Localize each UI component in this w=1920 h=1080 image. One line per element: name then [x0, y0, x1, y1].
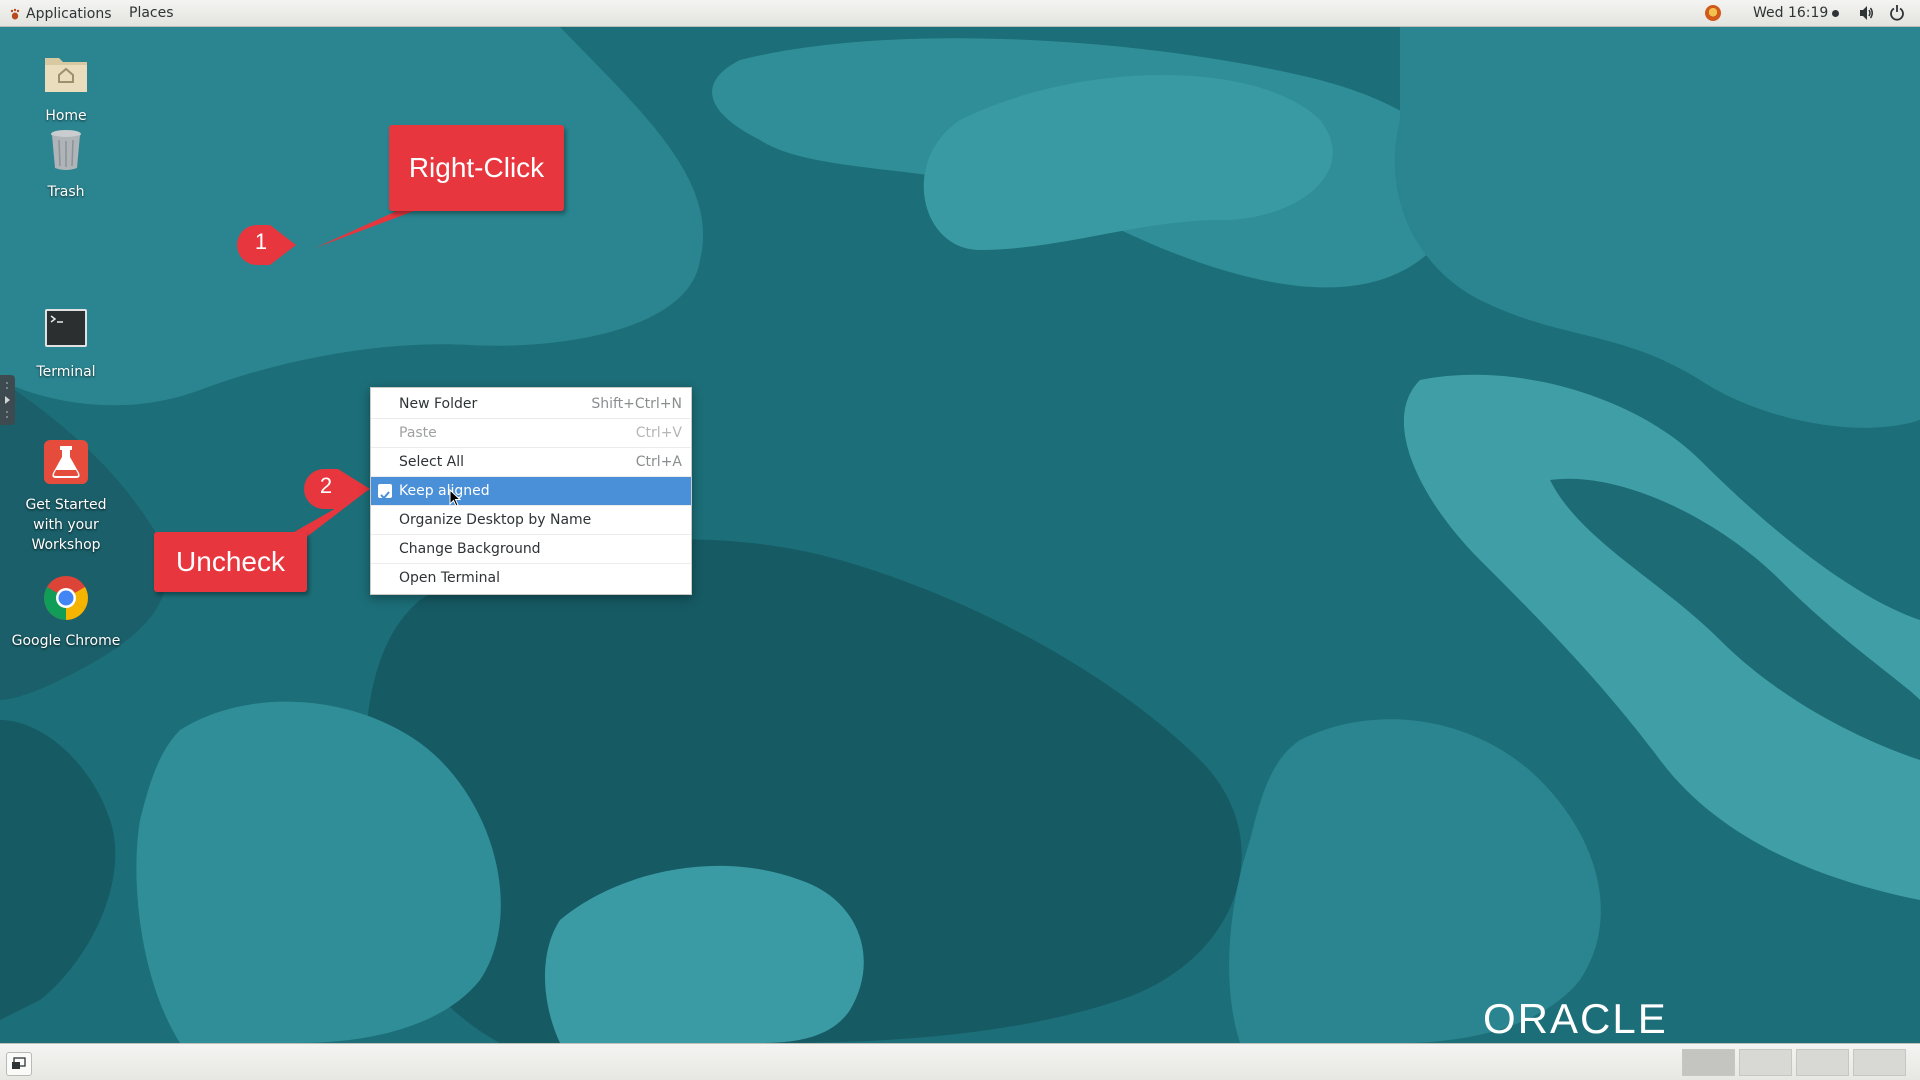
callout-right-click: Right-Click	[389, 125, 564, 211]
chrome-icon	[44, 576, 88, 620]
volume-icon[interactable]	[1858, 0, 1874, 27]
notification-dot-icon	[1832, 9, 1840, 17]
menu-item-change-background[interactable]: Change Background	[371, 535, 691, 564]
top-panel: Applications Places Wed 16:19	[0, 0, 1920, 27]
menu-item-keep-aligned[interactable]: Keep aligned	[371, 477, 691, 507]
workspace-4[interactable]	[1853, 1049, 1906, 1076]
bottom-panel	[0, 1043, 1920, 1080]
show-desktop-icon	[12, 1057, 26, 1069]
menu-item-shortcut: Shift+Ctrl+N	[591, 396, 682, 412]
trash-icon	[51, 130, 81, 170]
menu-item-label: New Folder	[399, 396, 478, 412]
menu-item-select-all[interactable]: Select All Ctrl+A	[371, 448, 691, 477]
home-folder-icon	[45, 58, 87, 92]
desktop-icon-label: Google Chrome	[11, 633, 121, 649]
applications-label: Applications	[26, 5, 112, 22]
callout-uncheck-label: Uncheck	[176, 546, 285, 577]
desktop-icon-label: Terminal	[36, 364, 96, 380]
step-1-number: 1	[254, 229, 268, 254]
places-menu[interactable]: Places	[129, 0, 174, 27]
menu-item-open-terminal[interactable]: Open Terminal	[371, 564, 691, 592]
menu-item-label: Paste	[399, 425, 437, 441]
clock[interactable]: Wed 16:19	[1753, 0, 1840, 27]
user-status-icon[interactable]	[1705, 5, 1721, 21]
workspace-2[interactable]	[1739, 1049, 1792, 1076]
oracle-logo: ORACLE	[1483, 995, 1668, 1042]
side-panel-handle[interactable]	[0, 375, 15, 425]
terminal-icon	[45, 309, 87, 347]
applications-menu[interactable]: Applications	[10, 0, 112, 27]
workshop-icon	[44, 440, 88, 484]
step-2-number: 2	[319, 473, 333, 498]
desktop-icon-label: Home	[45, 108, 87, 124]
menu-item-label: Open Terminal	[399, 570, 501, 586]
desktop-icon-label: Get Started with your Workshop	[25, 497, 107, 553]
menu-item-label: Keep aligned	[399, 483, 490, 499]
desktop-icon-trash[interactable]: Trash	[11, 124, 121, 202]
callout-uncheck: Uncheck	[154, 532, 307, 592]
desktop-icon-workshop[interactable]: Get Started with your Workshop	[11, 437, 121, 555]
menu-item-new-folder[interactable]: New Folder Shift+Ctrl+N	[371, 390, 691, 419]
power-icon[interactable]	[1889, 0, 1905, 27]
desktop[interactable]: Applications Places Wed 16:19 Home Trash…	[0, 0, 1920, 1080]
checkbox-checked-icon[interactable]	[378, 484, 392, 500]
desktop-icon-home[interactable]: Home	[11, 48, 121, 126]
desktop-icon-terminal[interactable]: Terminal	[11, 304, 121, 382]
menu-item-shortcut: Ctrl+A	[635, 454, 682, 470]
menu-item-label: Organize Desktop by Name	[399, 512, 592, 528]
menu-item-organize-desktop[interactable]: Organize Desktop by Name	[371, 506, 691, 535]
desktop-icon-chrome[interactable]: Google Chrome	[11, 573, 121, 651]
menu-item-label: Select All	[399, 454, 464, 470]
menu-item-shortcut: Ctrl+V	[635, 425, 682, 441]
clock-text: Wed 16:19	[1753, 5, 1829, 21]
menu-item-paste: Paste Ctrl+V	[371, 419, 691, 448]
show-desktop-button[interactable]	[6, 1052, 32, 1076]
foot-icon	[10, 8, 20, 19]
desktop-context-menu: New Folder Shift+Ctrl+N Paste Ctrl+V Sel…	[370, 387, 692, 595]
workspace-3[interactable]	[1796, 1049, 1849, 1076]
workspace-1[interactable]	[1682, 1049, 1735, 1076]
desktop-icon-label: Trash	[47, 184, 85, 200]
menu-item-label: Change Background	[399, 541, 541, 557]
callout-right-click-label: Right-Click	[408, 152, 545, 183]
